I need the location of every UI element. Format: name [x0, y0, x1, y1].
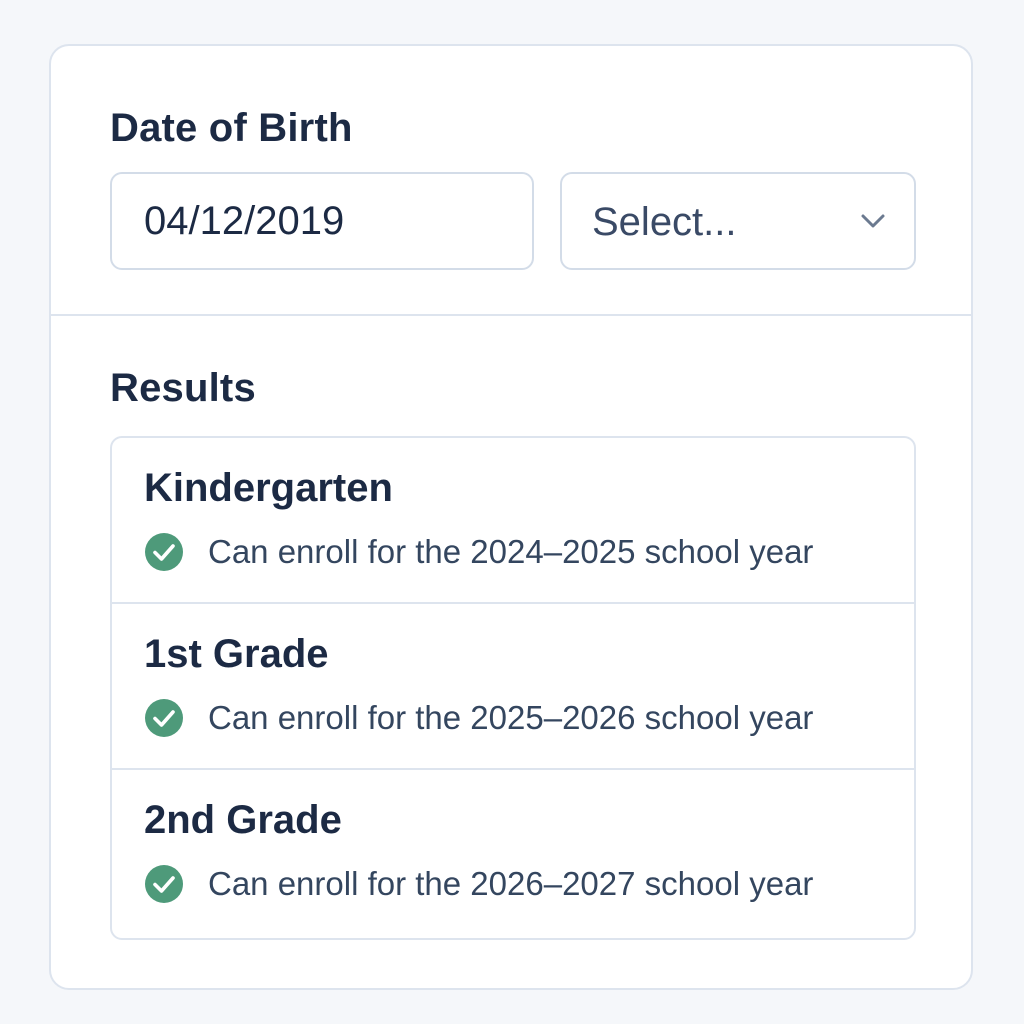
grade-title: Kindergarten — [144, 466, 393, 510]
dob-input[interactable] — [110, 172, 534, 270]
dob-select[interactable]: Select... — [560, 172, 916, 270]
status-text: Can enroll for the 2024–2025 school year — [208, 533, 814, 570]
status-text: Can enroll for the 2026–2027 school year — [208, 865, 814, 902]
result-item-2nd-grade: 2nd Grade Can enroll for the 2026–2027 s… — [112, 770, 914, 936]
grade-title: 1st Grade — [144, 632, 329, 676]
enrollment-card: Date of Birth Select... Results Kinderga… — [49, 44, 973, 990]
enroll-status: Can enroll for the 2026–2027 school year — [144, 864, 813, 904]
dob-label: Date of Birth — [110, 106, 353, 150]
result-item-kindergarten: Kindergarten Can enroll for the 2024–202… — [112, 438, 914, 604]
enroll-status: Can enroll for the 2024–2025 school year — [144, 532, 813, 572]
status-text: Can enroll for the 2025–2026 school year — [208, 699, 814, 736]
dob-section: Date of Birth Select... — [51, 46, 971, 316]
check-circle-icon — [145, 533, 183, 571]
check-circle-icon — [145, 699, 183, 737]
check-circle-icon — [145, 865, 183, 903]
select-placeholder: Select... — [592, 200, 737, 244]
results-list: Kindergarten Can enroll for the 2024–202… — [110, 436, 916, 940]
chevron-down-icon — [861, 214, 885, 228]
results-heading: Results — [110, 366, 256, 410]
grade-title: 2nd Grade — [144, 798, 342, 842]
enroll-status: Can enroll for the 2025–2026 school year — [144, 698, 813, 738]
result-item-1st-grade: 1st Grade Can enroll for the 2025–2026 s… — [112, 604, 914, 770]
